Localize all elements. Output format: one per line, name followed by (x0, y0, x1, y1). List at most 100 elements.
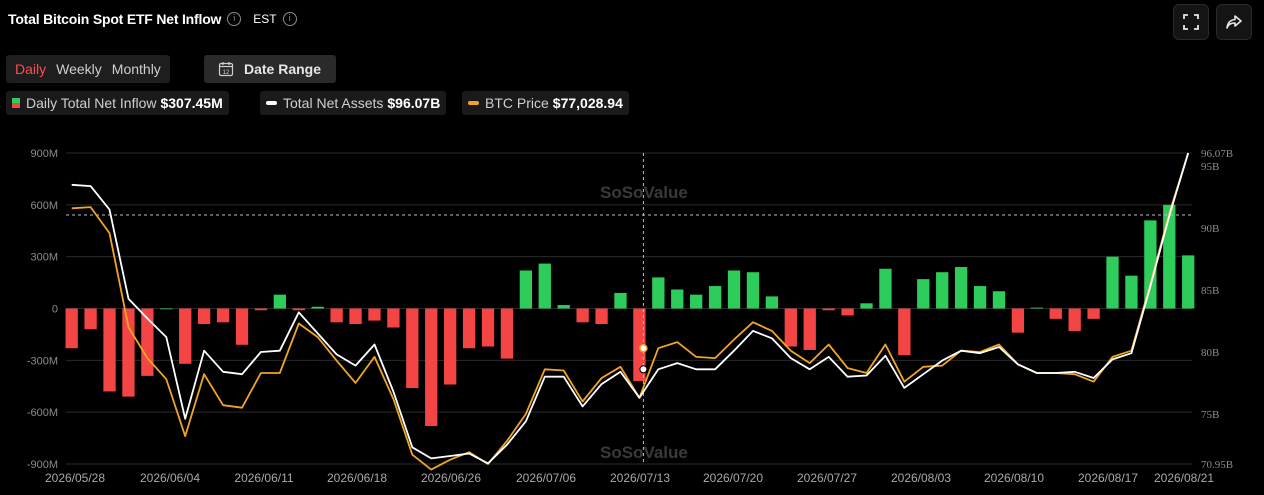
inflow-bar (179, 308, 192, 364)
y-right-tick-label: 75B (1201, 409, 1219, 421)
line-legend-icon-white (266, 101, 277, 105)
y-left-tick-label: -300M (27, 355, 58, 367)
inflow-bar (103, 308, 116, 392)
inflow-bar (216, 308, 230, 323)
y-left-tick-label: 600M (30, 200, 58, 212)
inflow-bar (292, 308, 305, 311)
share-button[interactable] (1216, 4, 1252, 40)
legend-net-inflow-value: $307.45M (160, 95, 223, 111)
inflow-bar (349, 308, 362, 325)
inflow-bar (1011, 308, 1025, 333)
inflow-bar (330, 308, 343, 323)
inflow-bar (387, 308, 400, 328)
date-range-button[interactable]: 12 Date Range (204, 55, 336, 83)
inflow-bar (708, 286, 722, 309)
legend-item-net-assets[interactable]: Total Net Assets $96.07B (260, 91, 447, 115)
fullscreen-button[interactable] (1173, 4, 1209, 40)
assets-highlight-point (639, 365, 648, 374)
inflow-bar (1087, 308, 1100, 319)
inflow-bar (1068, 308, 1081, 331)
inflow-bar (1125, 275, 1138, 309)
inflow-bar (595, 308, 608, 325)
date-range-label: Date Range (244, 61, 322, 77)
y-left-tick-label: 0 (52, 304, 58, 316)
watermark: SoSoValue (600, 443, 688, 462)
line-legend-icon-orange (468, 101, 479, 105)
inflow-bar (84, 308, 97, 330)
inflow-bar (746, 272, 760, 309)
legend-net-inflow-name: Daily Total Net Inflow (26, 95, 157, 111)
inflow-bar (425, 308, 438, 426)
x-tick-label: 2026/06/26 (421, 471, 481, 485)
page-title: Total Bitcoin Spot ETF Net Inflow (8, 11, 222, 27)
y-left-tick-label: -600M (27, 407, 58, 419)
price-highlight-point (639, 343, 648, 353)
inflow-bar (557, 305, 570, 309)
x-tick-label: 2026/08/17 (1078, 471, 1138, 485)
inflow-bar (765, 296, 779, 309)
inflow-bar (538, 263, 551, 309)
x-tick-label: 2026/06/04 (140, 471, 200, 485)
inflow-bar (444, 308, 457, 385)
x-tick-label: 2026/08/10 (984, 471, 1044, 485)
y-right-tick-label: 90B (1201, 223, 1219, 235)
inflow-bar (122, 308, 135, 397)
etf-flow-chart[interactable]: 900M 600M 300M 0 -300M -600M -900M 96.07B95B 90B… (0, 140, 1264, 495)
y-right-tick-label: 96.07B (1201, 148, 1233, 160)
inflow-bar (576, 308, 589, 323)
inflow-bar (406, 308, 419, 388)
inflow-bar (841, 308, 854, 316)
inflow-bar (500, 308, 514, 359)
legend-net-assets-name: Total Net Assets (283, 95, 384, 111)
inflow-bar (1049, 308, 1062, 319)
inflow-bar (235, 308, 249, 345)
inflow-bar (936, 272, 949, 309)
tab-monthly[interactable]: Monthly (108, 61, 165, 77)
legend-item-net-inflow[interactable]: Daily Total Net Inflow $307.45M (6, 91, 229, 115)
inflow-bar (652, 277, 665, 309)
x-tick-label: 2026/07/06 (516, 471, 576, 485)
y-right-tick-label: 70.95B (1201, 459, 1233, 471)
inflow-bar (1106, 256, 1119, 309)
x-tick-label: 2026/07/13 (610, 471, 670, 485)
inflow-bar (462, 308, 476, 349)
inflow-bar (254, 308, 268, 311)
y-right-tick-label: 85B (1201, 285, 1219, 297)
inflow-bar (1182, 255, 1195, 309)
legend-btc-price-name: BTC Price (485, 95, 549, 111)
tab-weekly[interactable]: Weekly (52, 61, 106, 77)
y-left-tick-label: -900M (27, 459, 58, 471)
inflow-bar (65, 308, 78, 349)
inflow-bar (197, 308, 211, 325)
inflow-bar (1030, 307, 1043, 309)
bar-legend-icon (12, 98, 20, 108)
x-tick-label: 2026/08/21 (1154, 471, 1214, 485)
share-icon (1226, 15, 1242, 29)
legend-item-btc-price[interactable]: BTC Price $77,028.94 (462, 91, 629, 115)
inflow-bar (803, 308, 816, 350)
tab-daily[interactable]: Daily (11, 61, 50, 77)
x-tick-label: 2026/06/18 (327, 471, 387, 485)
inflow-bar (273, 294, 286, 309)
timezone-info-icon[interactable]: i (282, 12, 297, 26)
x-tick-label: 2026/05/28 (45, 471, 105, 485)
y-left-tick-label: 300M (30, 252, 58, 264)
x-tick-label: 2026/07/20 (703, 471, 763, 485)
info-icon[interactable]: i (227, 12, 242, 26)
calendar-icon: 12 (218, 62, 234, 77)
legend-btc-price-value: $77,028.94 (552, 95, 623, 111)
inflow-bar (368, 308, 381, 321)
watermark: SoSoValue (600, 183, 688, 202)
inflow-bar (822, 308, 835, 311)
inflow-bar (1163, 204, 1176, 309)
interval-tabs: Daily Weekly Monthly (6, 55, 170, 83)
inflow-bar (519, 270, 533, 309)
y-left-tick-label: 900M (30, 148, 58, 160)
inflow-bar (879, 268, 892, 309)
inflow-bar (671, 289, 684, 309)
inflow-bar (690, 294, 703, 309)
inflow-bar (311, 306, 324, 309)
inflow-bar (860, 303, 873, 309)
calendar-icon-text: 12 (223, 70, 230, 76)
inflow-bar (954, 267, 968, 309)
